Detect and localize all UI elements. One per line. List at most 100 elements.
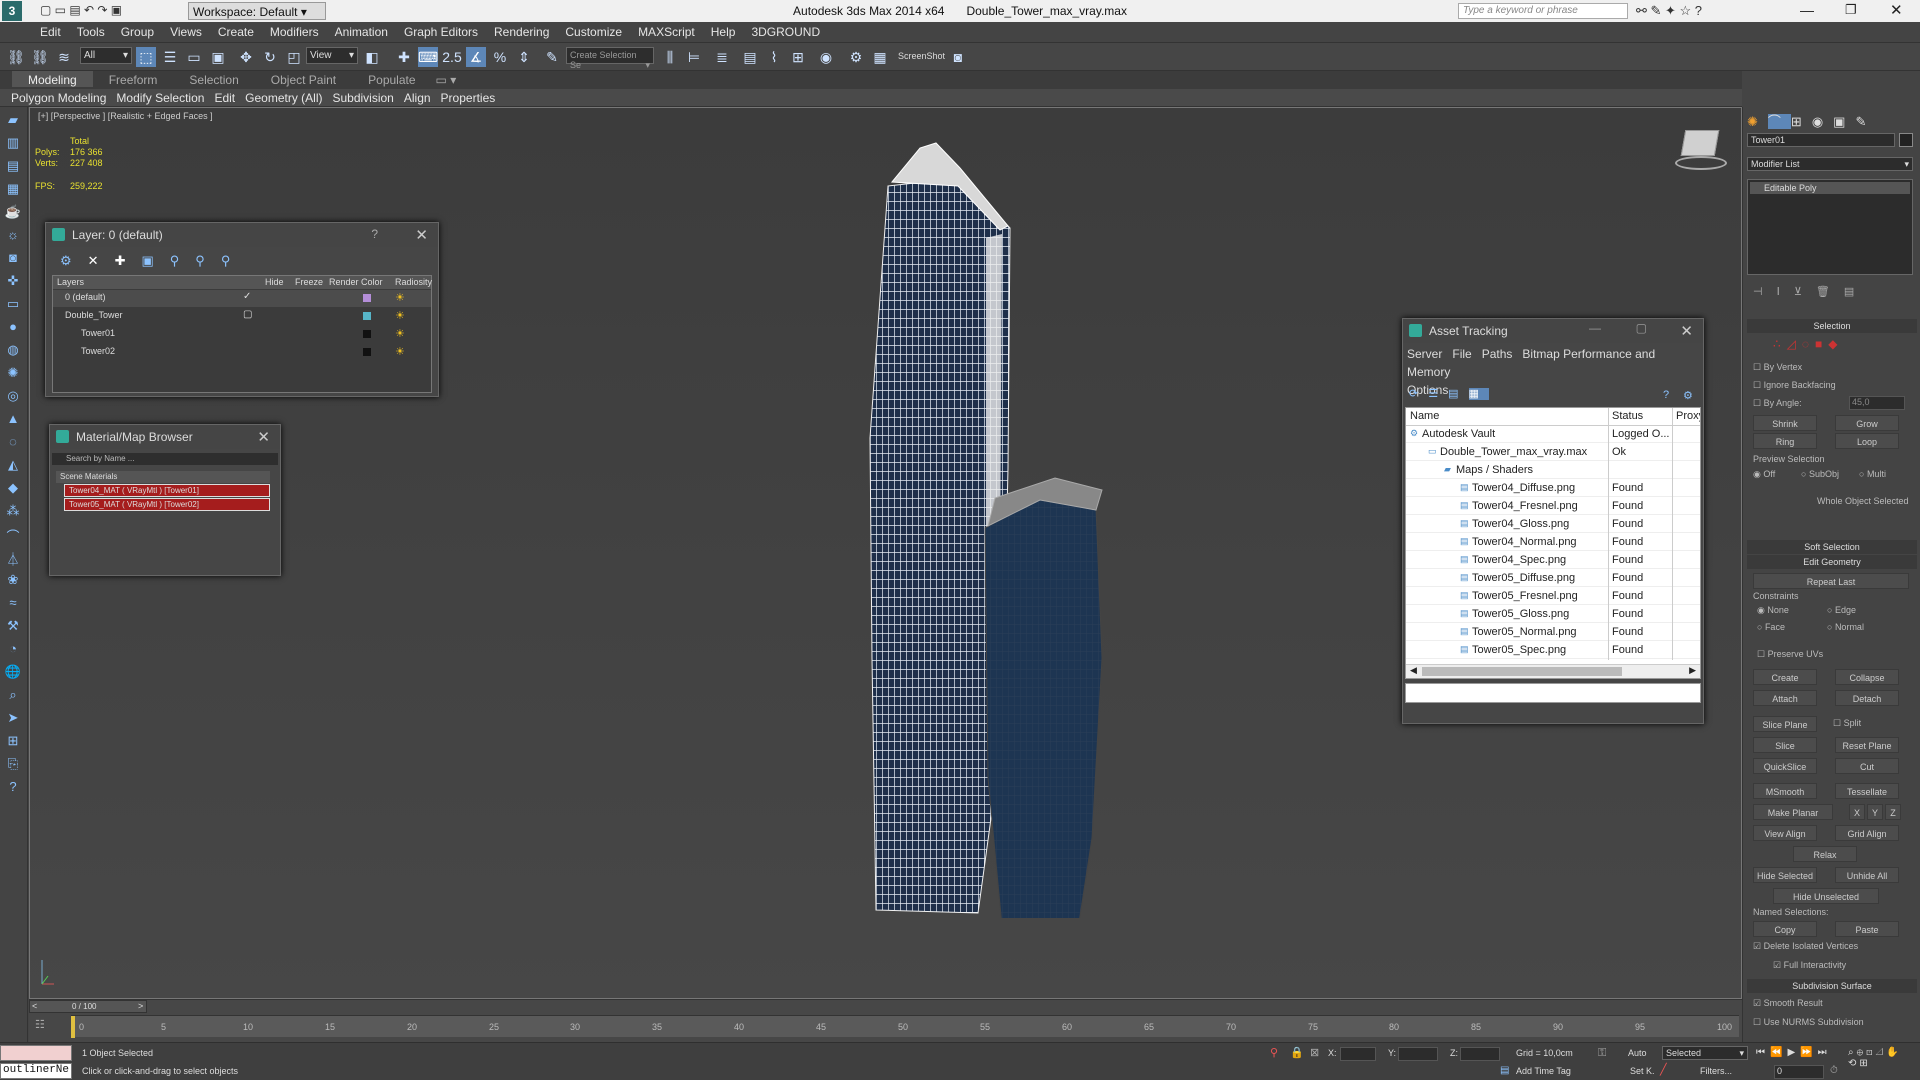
grow-button[interactable]: Grow [1835, 415, 1899, 431]
material-search-input[interactable]: Search by Name ... [52, 453, 278, 465]
ribbon-align[interactable]: Align [399, 89, 436, 105]
none-radio[interactable]: ◉ None [1757, 605, 1789, 616]
material-browser-close-icon[interactable]: ✕ [257, 428, 270, 446]
asset-path-field[interactable] [1405, 683, 1701, 703]
help-icon[interactable]: ? [1663, 389, 1669, 401]
absolute-mode-icon[interactable]: ⊠ [1310, 1046, 1319, 1059]
planar-y-button[interactable]: Y [1867, 804, 1883, 820]
ignore-backfacing-checkbox[interactable]: ☐ Ignore Backfacing [1753, 380, 1836, 391]
key-filter-dropdown[interactable]: Selected ▾ [1662, 1046, 1748, 1060]
layer-color-swatch[interactable] [363, 348, 371, 356]
lock-selection-icon[interactable]: 🔒 [1290, 1046, 1304, 1059]
scale-icon[interactable]: ◰ [284, 47, 304, 67]
tower02-body[interactable] [984, 497, 1103, 918]
menu-file[interactable]: File [1452, 347, 1471, 361]
fov-icon[interactable]: ◿ [1876, 1047, 1887, 1058]
ribbon-modify-selection[interactable]: Modify Selection [111, 89, 209, 105]
ribbon-subdivision[interactable]: Subdivision [327, 89, 398, 105]
curve-editor-icon[interactable]: ⌇ [764, 47, 784, 67]
screenshot-label[interactable]: ScreenShot [898, 51, 945, 61]
slider-left-icon[interactable]: < [32, 1001, 37, 1011]
collapse-button[interactable]: Collapse [1835, 669, 1899, 685]
hierarchy-icon[interactable]: ⊞ [3, 733, 23, 751]
thumbnail-icon[interactable]: ▤ [1448, 388, 1468, 400]
edge-icon[interactable]: ◿ [1787, 337, 1802, 351]
unhide-all-button[interactable]: Unhide All [1835, 867, 1899, 883]
snap-icon[interactable]: 2.5 [442, 47, 462, 67]
search-input[interactable]: Type a keyword or phrase [1458, 3, 1628, 19]
slice-plane-button[interactable]: Slice Plane [1753, 716, 1817, 732]
maximize-icon[interactable]: ▢ [1636, 321, 1647, 335]
bind-space-warp-icon[interactable]: ≋ [54, 47, 74, 67]
create-button[interactable]: Create [1753, 669, 1817, 685]
freeze-all-icon[interactable]: ⚲ [221, 253, 247, 268]
unlink-icon[interactable]: ⛓ [30, 47, 50, 67]
layer-row[interactable]: Tower02 ☀ [53, 344, 431, 361]
face-radio[interactable]: ○ Face [1757, 622, 1785, 632]
edit-named-sets-icon[interactable]: ✎ [542, 47, 562, 67]
ribbon-geometry-all[interactable]: Geometry (All) [240, 89, 327, 105]
angle-field[interactable]: 45,0 [1849, 396, 1905, 410]
tab-selection[interactable]: Selection [173, 71, 254, 87]
shape-icon[interactable]: ▭ [3, 296, 23, 314]
set-key-button[interactable]: Set K. [1630, 1066, 1655, 1076]
cylinder-icon[interactable]: ▥ [3, 135, 23, 153]
play-icon[interactable]: ▶ [1787, 1047, 1800, 1058]
ring-button[interactable]: Ring [1753, 433, 1817, 449]
by-angle-checkbox[interactable]: ☐ By Angle: [1753, 398, 1802, 409]
box-icon[interactable]: ▰ [3, 112, 23, 130]
border-icon[interactable]: ◌ [1802, 337, 1815, 351]
grid-align-button[interactable]: Grid Align [1835, 825, 1899, 841]
radiosity-icon[interactable]: ☀ [395, 345, 405, 358]
hide-unselected-button[interactable]: Hide Unselected [1773, 888, 1879, 904]
twist-icon[interactable]: ❀ [3, 572, 23, 590]
maxscript-listener-field[interactable] [0, 1045, 72, 1061]
menu-tools[interactable]: Tools [69, 22, 113, 39]
vertex-icon[interactable]: ∴ [1773, 337, 1787, 351]
menu-animation[interactable]: Animation [327, 22, 396, 39]
asset-row[interactable]: ▤ Tower05_Diffuse.png Found [1406, 570, 1700, 587]
slider-right-icon[interactable]: > [138, 1001, 143, 1011]
menu-modifiers[interactable]: Modifiers [262, 22, 327, 39]
refresh-icon[interactable]: ⟳ [1409, 388, 1428, 400]
menu-help[interactable]: Help [703, 22, 744, 39]
taper-icon[interactable]: ⏃ [3, 549, 23, 567]
planar-z-button[interactable]: Z [1885, 804, 1901, 820]
select-highlight-icon[interactable]: ▣ [141, 253, 169, 268]
select-manipulate-icon[interactable]: ✚ [394, 47, 414, 67]
add-layer-icon[interactable]: ✚ [115, 253, 142, 268]
create-tab-icon[interactable]: ✺ [1747, 114, 1768, 129]
menu-server[interactable]: Server [1407, 347, 1442, 361]
minimize-icon[interactable]: — [1589, 321, 1601, 335]
menu-views[interactable]: Views [162, 22, 210, 39]
angle-snap-icon[interactable]: ∡ [466, 47, 486, 67]
grid-icon[interactable]: ▦ [3, 181, 23, 199]
active-box-icon[interactable]: ▢ [243, 309, 252, 320]
plane-icon[interactable]: ▤ [3, 158, 23, 176]
detach-button[interactable]: Detach [1835, 690, 1899, 706]
scene-materials-group[interactable]: Scene Materials [56, 471, 270, 483]
make-planar-button[interactable]: Make Planar [1753, 804, 1833, 820]
by-vertex-checkbox[interactable]: ☐ By Vertex [1753, 362, 1802, 373]
camera-small-icon[interactable]: ◙ [3, 250, 23, 268]
material-editor-icon[interactable]: ◉ [816, 47, 836, 67]
next-frame-icon[interactable]: ⏩ [1800, 1047, 1817, 1058]
asset-row[interactable]: ⚙ Autodesk Vault Logged O... [1406, 426, 1700, 443]
auto-key-button[interactable]: Auto [1628, 1048, 1647, 1058]
asset-row[interactable]: ▤ Tower05_Gloss.png Found [1406, 606, 1700, 623]
workspace-dropdown[interactable]: Workspace: Default ▾ [188, 2, 326, 20]
pin-stack-icon[interactable]: ⊣ [1753, 286, 1777, 298]
modifier-stack-item[interactable]: Editable Poly [1750, 182, 1910, 194]
asset-row[interactable]: ▤ Tower05_Normal.png Found [1406, 624, 1700, 641]
viewcube-icon[interactable] [1675, 130, 1729, 170]
radiosity-icon[interactable]: ☀ [395, 309, 405, 322]
layer-manager-icon[interactable]: ≣ [712, 47, 732, 67]
z-coordinate-field[interactable] [1460, 1047, 1500, 1061]
relax-button[interactable]: Relax [1793, 846, 1857, 862]
remove-modifier-icon[interactable]: 🗑 [1816, 286, 1844, 298]
pie-icon[interactable]: ◔ [3, 641, 23, 659]
subdivision-surface-rollout[interactable]: Subdivision Surface [1747, 979, 1917, 993]
layer-color-swatch[interactable] [363, 312, 371, 320]
selection-filter-dropdown[interactable]: All ▾ [80, 47, 132, 64]
layer-settings-icon[interactable]: ⚙ [60, 253, 88, 268]
